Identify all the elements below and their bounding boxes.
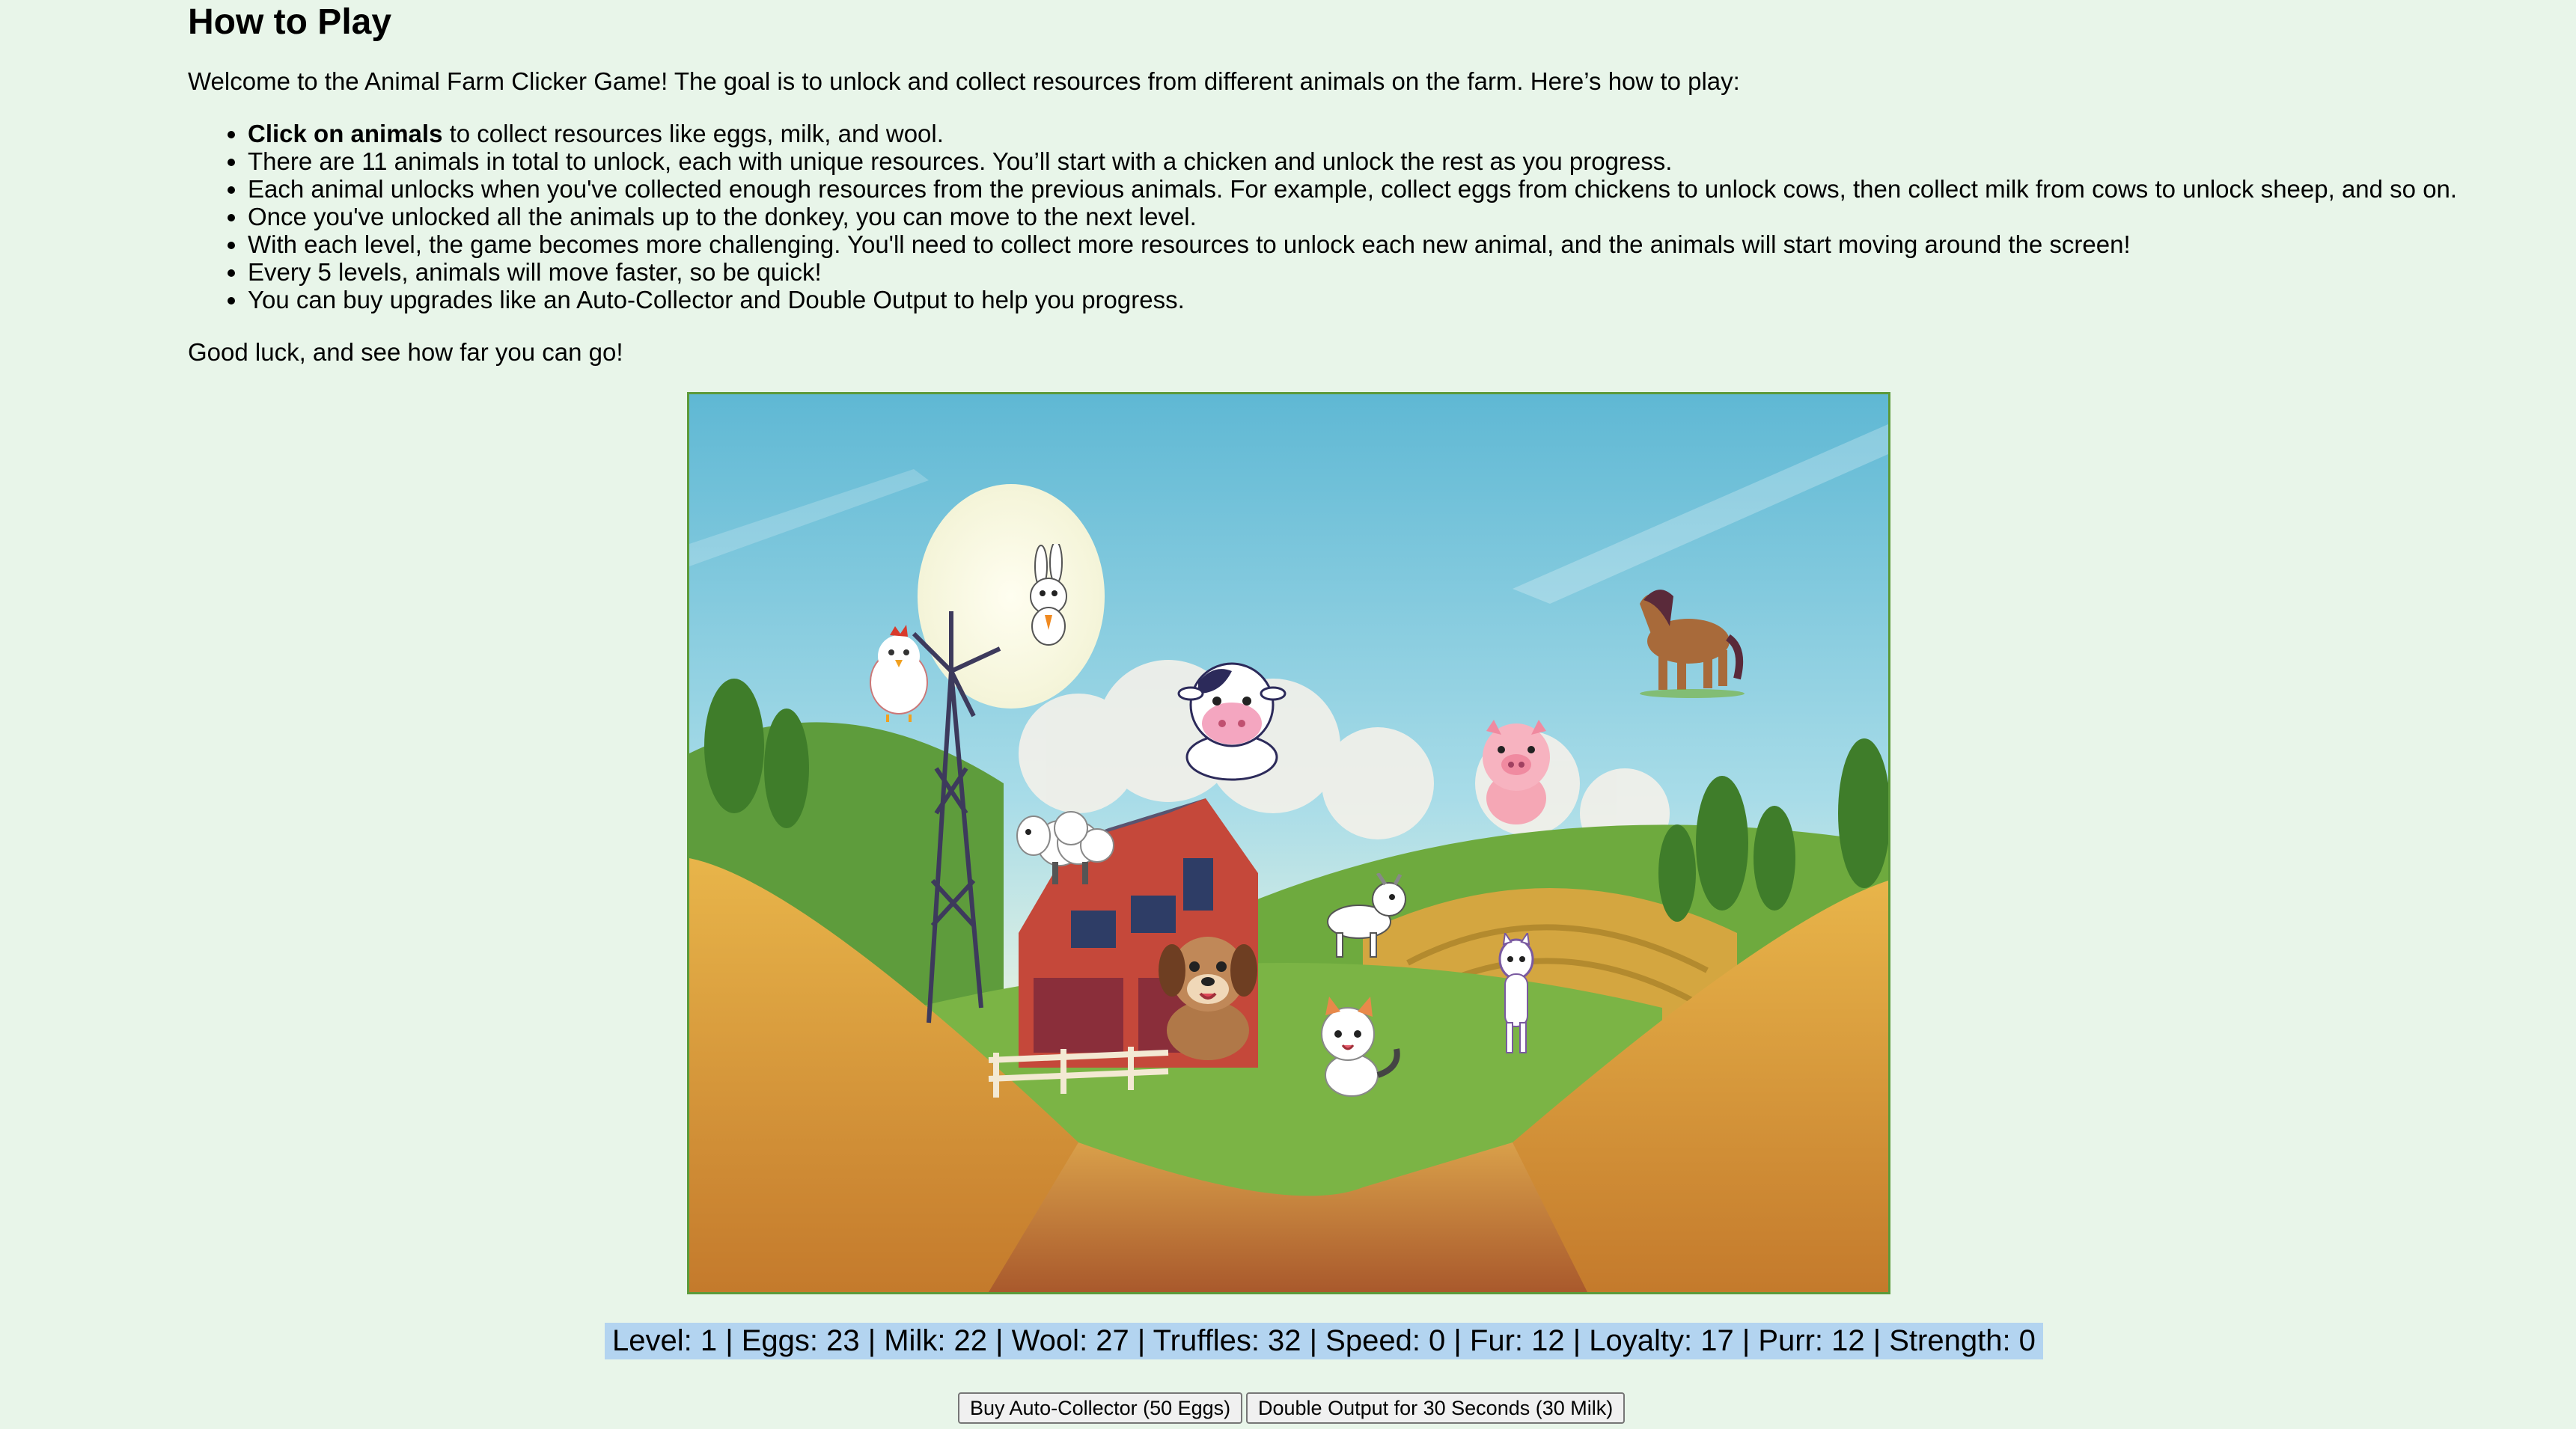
rabbit-icon[interactable] [1015,541,1082,649]
pig-icon[interactable] [1468,716,1565,828]
rule-item: Once you've unlocked all the animals up … [248,203,2457,230]
chicken-icon[interactable] [861,619,936,723]
rule-item: With each level, the game becomes more c… [248,230,2457,258]
rule-item: There are 11 animals in total to unlock,… [248,147,2457,175]
rule-text: Every 5 levels, animals will move faster… [248,258,822,286]
rule-text: to collect resources like eggs, milk, an… [442,120,944,147]
rule-item: You can buy upgrades like an Auto-Collec… [248,286,2457,313]
buy-auto-collector-button[interactable]: Buy Auto-Collector (50 Eggs) [958,1392,1243,1424]
cow-icon[interactable] [1168,649,1295,783]
rule-text: With each level, the game becomes more c… [248,230,2131,258]
rule-bold: Click on animals [248,120,443,147]
rule-text: There are 11 animals in total to unlock,… [248,147,1673,175]
horse-icon[interactable] [1617,566,1745,701]
game-area[interactable] [687,392,1890,1294]
alpaca-icon[interactable] [1483,931,1550,1060]
farm-background [689,394,1888,1292]
rule-text: You can buy upgrades like an Auto-Collec… [248,286,1185,313]
rule-text: Once you've unlocked all the animals up … [248,203,1197,230]
rules-list: Click on animals to collect resources li… [188,120,2457,313]
rule-item: Each animal unlocks when you've collecte… [248,175,2457,203]
rule-text: Each animal unlocks when you've collecte… [248,175,2458,203]
goat-icon[interactable] [1314,872,1411,963]
intro-text: Welcome to the Animal Farm Clicker Game!… [188,67,1740,95]
outro-text: Good luck, and see how far you can go! [188,338,623,366]
cat-icon[interactable] [1299,993,1408,1105]
stats-bar: Level: 1 | Eggs: 23 | Milk: 22 | Wool: 2… [605,1323,2043,1359]
rule-item: Every 5 levels, animals will move faster… [248,258,2457,286]
sheep-icon[interactable] [1007,802,1120,892]
double-output-button[interactable]: Double Output for 30 Seconds (30 Milk) [1246,1392,1626,1424]
page-title: How to Play [188,2,392,42]
rule-item: Click on animals to collect resources li… [248,120,2457,147]
dog-icon[interactable] [1142,922,1273,1064]
